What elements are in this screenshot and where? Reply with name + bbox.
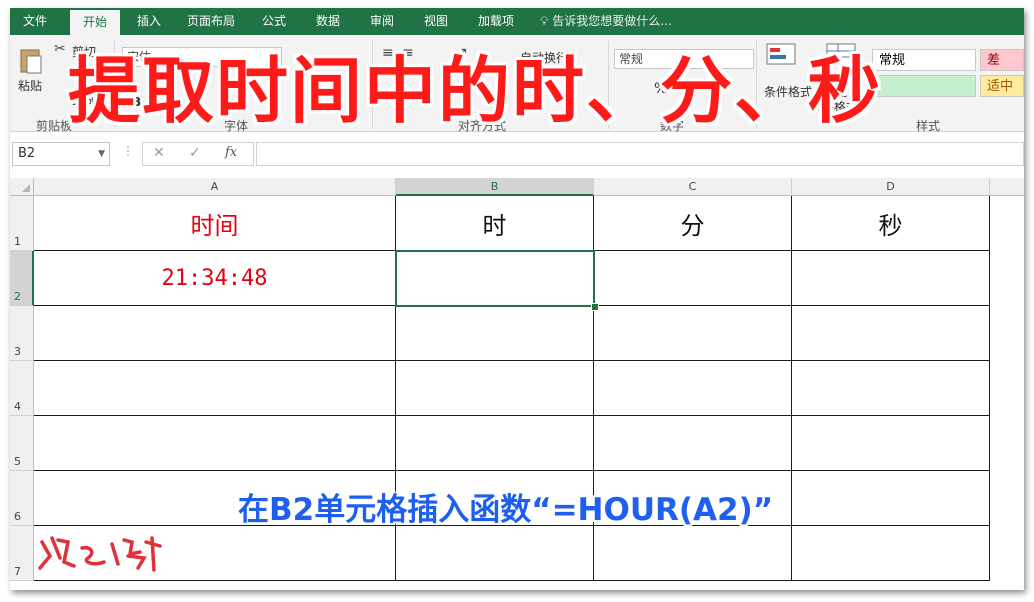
fill-handle[interactable] (591, 303, 599, 311)
select-all-corner[interactable] (10, 178, 34, 196)
cell-c5[interactable] (594, 416, 792, 471)
tab-page-layout[interactable]: 页面布局 (178, 8, 244, 35)
cell-c2[interactable] (594, 251, 792, 306)
cell-d5[interactable] (792, 416, 990, 471)
tell-me-search[interactable]: 💡︎ 告诉我您想要做什么... (540, 8, 672, 35)
scissors-icon[interactable]: ✂ (54, 41, 66, 57)
cell-d7[interactable] (792, 526, 990, 581)
cell-b1[interactable]: 时 (396, 196, 594, 251)
cell-a3[interactable] (34, 306, 396, 361)
ribbon-tab-bar: 文件 开始 插入 页面布局 公式 数据 审阅 视图 加载项 💡︎ 告诉我您想要做… (10, 8, 1024, 35)
column-header-b[interactable]: B (396, 178, 594, 196)
name-box-value: B2 (18, 146, 36, 161)
paste-button[interactable] (18, 47, 44, 75)
tab-view[interactable]: 视图 (414, 8, 458, 35)
column-header-c[interactable]: C (594, 178, 792, 196)
tab-addins[interactable]: 加载项 (468, 8, 524, 35)
paste-label: 粘贴 (18, 79, 43, 93)
cell-d6[interactable] (792, 471, 990, 526)
tab-data[interactable]: 数据 (306, 8, 350, 35)
active-cell-border (395, 250, 595, 307)
style-neutral[interactable]: 适中 (980, 75, 1024, 97)
column-header-e[interactable] (990, 178, 1024, 196)
row-header-4[interactable]: 4 (10, 361, 34, 416)
overlay-instruction: 在B2单元格插入函数“=HOUR(A2)” (238, 492, 774, 528)
tab-file[interactable]: 文件 (10, 8, 60, 35)
row-header-3[interactable]: 3 (10, 306, 34, 361)
cell-d1[interactable]: 秒 (792, 196, 990, 251)
style-normal[interactable]: 常规 (872, 49, 976, 71)
style-bad[interactable]: 差 (980, 49, 1024, 71)
paste-icon (20, 49, 42, 74)
formula-input[interactable] (256, 142, 1024, 166)
tab-formulas[interactable]: 公式 (252, 8, 296, 35)
cell-c7[interactable] (594, 526, 792, 581)
cell-a4[interactable] (34, 361, 396, 416)
enter-icon[interactable]: ✓ (189, 145, 201, 161)
row-header-7[interactable]: 7 (10, 526, 34, 581)
cell-a5[interactable] (34, 416, 396, 471)
cell-c3[interactable] (594, 306, 792, 361)
lightbulb-icon: 💡︎ (540, 14, 549, 28)
cell-a2[interactable]: 21:34:48 (34, 251, 396, 306)
cell-b7[interactable] (396, 526, 594, 581)
cell-b3[interactable] (396, 306, 594, 361)
overlay-title: 提取时间中的时、分、秒 (68, 49, 883, 133)
cell-b5[interactable] (396, 416, 594, 471)
tell-me-text: 告诉我您想要做什么... (552, 14, 672, 28)
name-box[interactable]: B2 ▼ (12, 142, 110, 166)
column-header-d[interactable]: D (792, 178, 990, 196)
cell-a1[interactable]: 时间 (34, 196, 396, 251)
row-header-1[interactable]: 1 (10, 196, 34, 251)
chevron-down-icon[interactable]: ▼ (98, 143, 105, 165)
row-header-6[interactable]: 6 (10, 471, 34, 526)
cancel-icon[interactable]: ✕ (153, 145, 165, 161)
cell-d2[interactable] (792, 251, 990, 306)
formula-buttons: ✕ ✓ fx (142, 142, 254, 166)
cell-d3[interactable] (792, 306, 990, 361)
tab-review[interactable]: 审阅 (360, 8, 404, 35)
row-header-2[interactable]: 2 (10, 251, 34, 306)
cell-b4[interactable] (396, 361, 594, 416)
formula-bar: B2 ▼ ⋮ ✕ ✓ fx (10, 132, 1024, 178)
cell-d4[interactable] (792, 361, 990, 416)
drag-handle-icon: ⋮ (122, 144, 134, 158)
row-header-5[interactable]: 5 (10, 416, 34, 471)
cell-c1[interactable]: 分 (594, 196, 792, 251)
style-good[interactable] (872, 75, 976, 97)
insert-function-icon[interactable]: fx (225, 145, 237, 160)
signature-logo (34, 528, 174, 580)
tab-insert[interactable]: 插入 (126, 8, 172, 35)
cell-c4[interactable] (594, 361, 792, 416)
column-header-a[interactable]: A (34, 178, 396, 196)
